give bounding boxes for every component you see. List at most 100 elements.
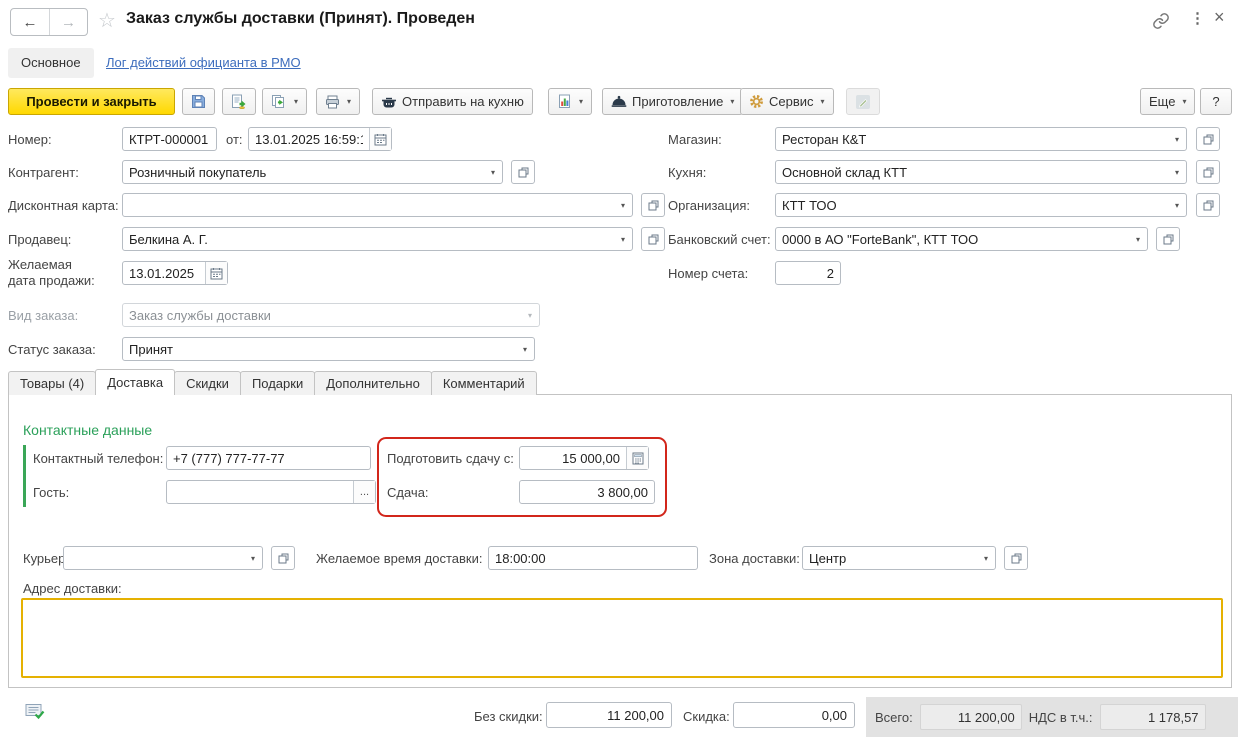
forward-button[interactable]: →	[49, 9, 87, 35]
more-button[interactable]: Еще ▾	[1140, 88, 1195, 115]
chevron-down-icon[interactable]: ▾	[516, 338, 534, 360]
chevron-down-icon[interactable]: ▾	[1168, 128, 1186, 150]
save-button[interactable]	[182, 88, 215, 115]
tab-comment[interactable]: Комментарий	[431, 371, 537, 395]
prepare-change-field[interactable]	[519, 446, 649, 470]
nav-item-main[interactable]: Основное	[8, 48, 94, 78]
post-and-close-button[interactable]: Провести и закрыть	[8, 88, 175, 115]
address-textarea[interactable]	[21, 598, 1223, 678]
discount-card-field[interactable]: ▾	[122, 193, 633, 217]
courier-field[interactable]: ▾	[63, 546, 263, 570]
close-icon[interactable]: ×	[1214, 7, 1225, 28]
discount-card-open-button[interactable]	[641, 193, 665, 217]
chevron-down-icon[interactable]: ▾	[614, 228, 632, 250]
calendar-icon[interactable]	[369, 128, 391, 150]
send-to-kitchen-button[interactable]: Отправить на кухню	[372, 88, 533, 115]
without-discount-input[interactable]	[547, 703, 671, 727]
print-button[interactable]: ▾	[316, 88, 360, 115]
store-input[interactable]	[776, 128, 1168, 150]
cooking-dropdown-icon[interactable]: ▾	[730, 97, 734, 106]
cooking-button[interactable]: Приготовление ▾	[602, 88, 743, 115]
invoice-number-input[interactable]	[776, 262, 840, 284]
favorite-star-icon[interactable]: ☆	[98, 8, 116, 33]
link-icon[interactable]	[1152, 12, 1170, 30]
discount-field[interactable]	[733, 702, 855, 728]
store-open-button[interactable]	[1196, 127, 1220, 151]
chevron-down-icon[interactable]: ▾	[1129, 228, 1147, 250]
chevron-down-icon[interactable]: ▾	[244, 547, 262, 569]
date-field[interactable]	[248, 127, 392, 151]
seller-open-button[interactable]	[641, 227, 665, 251]
courier-open-button[interactable]	[271, 546, 295, 570]
bank-account-input[interactable]	[776, 228, 1129, 250]
tab-gifts[interactable]: Подарки	[240, 371, 315, 395]
nav-link-waiter-log[interactable]: Лог действий официанта в РМО	[106, 55, 301, 70]
tab-additional[interactable]: Дополнительно	[314, 371, 432, 395]
invoice-number-field[interactable]	[775, 261, 841, 285]
edit-button-disabled[interactable]	[846, 88, 880, 115]
store-field[interactable]: ▾	[775, 127, 1187, 151]
zone-field[interactable]: ▾	[802, 546, 996, 570]
discount-input[interactable]	[734, 703, 854, 727]
desired-date-field[interactable]	[122, 261, 228, 285]
service-dropdown-icon[interactable]: ▾	[821, 97, 825, 106]
discount-label: Скидка:	[683, 709, 730, 724]
organization-open-button[interactable]	[1196, 193, 1220, 217]
date-input[interactable]	[249, 128, 369, 150]
calculator-icon[interactable]	[626, 447, 648, 469]
print-dropdown-icon[interactable]: ▾	[347, 97, 351, 106]
tab-delivery[interactable]: Доставка	[95, 369, 175, 395]
help-button[interactable]: ?	[1200, 88, 1232, 115]
order-window: ← → ☆ Заказ службы доставки (Принят). Пр…	[0, 0, 1240, 744]
bank-account-open-button[interactable]	[1156, 227, 1180, 251]
chevron-down-icon[interactable]: ▾	[1168, 161, 1186, 183]
posted-document-icon[interactable]	[25, 703, 46, 721]
change-input[interactable]	[520, 481, 654, 503]
phone-input[interactable]	[167, 447, 370, 469]
phone-field[interactable]	[166, 446, 371, 470]
tab-discounts[interactable]: Скидки	[174, 371, 241, 395]
order-status-input[interactable]	[123, 338, 516, 360]
chevron-down-icon[interactable]: ▾	[484, 161, 502, 183]
chevron-down-icon[interactable]: ▾	[977, 547, 995, 569]
zone-input[interactable]	[803, 547, 977, 569]
seller-input[interactable]	[123, 228, 614, 250]
desired-time-input[interactable]	[489, 547, 697, 569]
seller-field[interactable]: ▾	[122, 227, 633, 251]
desired-date-input[interactable]	[123, 262, 205, 284]
chevron-down-icon[interactable]: ▾	[614, 194, 632, 216]
kebab-menu-icon[interactable]: ⋮	[1190, 9, 1205, 27]
kitchen-open-button[interactable]	[1196, 160, 1220, 184]
zone-open-button[interactable]	[1004, 546, 1028, 570]
copy-dropdown-icon[interactable]: ▾	[294, 97, 298, 106]
guest-more-button[interactable]: ...	[353, 481, 375, 503]
desired-time-field[interactable]	[488, 546, 698, 570]
organization-field[interactable]: ▾	[775, 193, 1187, 217]
report-button[interactable]: ▾	[548, 88, 592, 115]
kitchen-field[interactable]: ▾	[775, 160, 1187, 184]
kitchen-input[interactable]	[776, 161, 1168, 183]
copy-button[interactable]: ▾	[262, 88, 307, 115]
post-document-button[interactable]	[222, 88, 256, 115]
change-field[interactable]	[519, 480, 655, 504]
counterparty-open-button[interactable]	[511, 160, 535, 184]
organization-input[interactable]	[776, 194, 1168, 216]
bank-account-field[interactable]: ▾	[775, 227, 1148, 251]
number-field[interactable]	[122, 127, 217, 151]
calendar-icon[interactable]	[205, 262, 227, 284]
prepare-change-input[interactable]	[520, 447, 626, 469]
service-button[interactable]: Сервис ▾	[740, 88, 834, 115]
chevron-down-icon[interactable]: ▾	[1168, 194, 1186, 216]
report-dropdown-icon[interactable]: ▾	[579, 97, 583, 106]
without-discount-field[interactable]	[546, 702, 672, 728]
guest-input[interactable]	[167, 481, 353, 503]
order-status-field[interactable]: ▾	[122, 337, 535, 361]
counterparty-field[interactable]: ▾	[122, 160, 503, 184]
tab-goods[interactable]: Товары (4)	[8, 371, 96, 395]
counterparty-input[interactable]	[123, 161, 484, 183]
guest-field[interactable]: ...	[166, 480, 376, 504]
courier-input[interactable]	[64, 547, 244, 569]
discount-card-input[interactable]	[123, 194, 614, 216]
back-button[interactable]: ←	[11, 9, 49, 35]
number-input[interactable]	[123, 128, 216, 150]
